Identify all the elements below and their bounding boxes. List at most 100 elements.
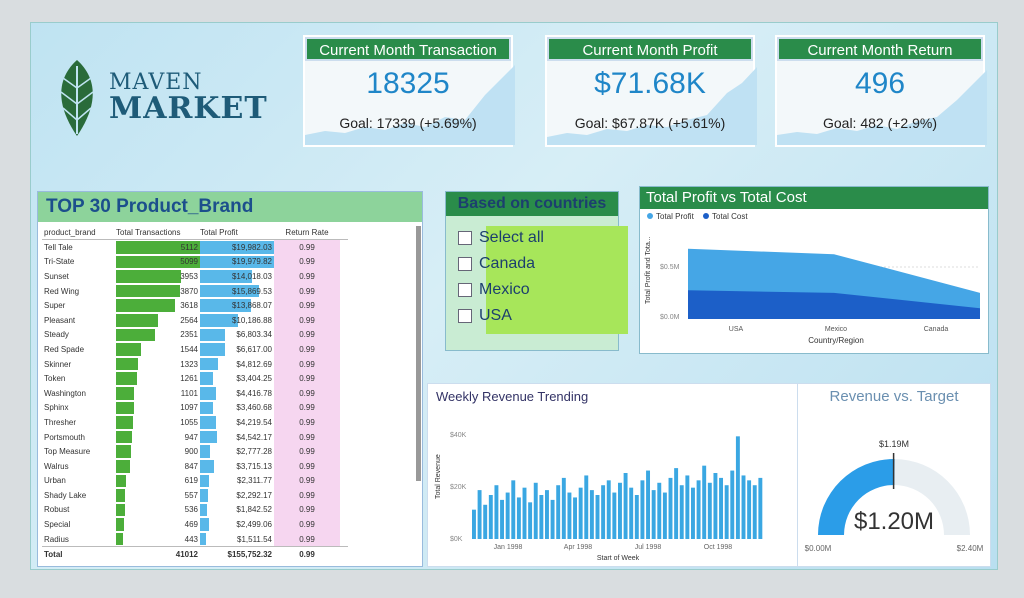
filter-option-mexico[interactable]: Mexico: [458, 278, 608, 302]
weekly-bar[interactable]: [674, 468, 679, 539]
column-header[interactable]: Return Rate: [274, 226, 340, 239]
weekly-bar[interactable]: [477, 490, 482, 539]
column-header[interactable]: product_brand: [42, 228, 116, 237]
weekly-bar[interactable]: [719, 477, 724, 539]
filter-option-canada[interactable]: Canada: [458, 252, 608, 276]
weekly-bar[interactable]: [623, 473, 628, 539]
weekly-bar[interactable]: [567, 492, 572, 539]
table-row[interactable]: Top Measure 900 $2,777.28 0.99: [42, 444, 348, 459]
top-brands-panel: TOP 30 Product_Brand product_brand Total…: [37, 191, 423, 567]
table-row[interactable]: Skinner 1323 $4,812.69 0.99: [42, 356, 348, 372]
weekly-bar[interactable]: [550, 499, 555, 539]
weekly-bar[interactable]: [539, 495, 544, 539]
weekly-bar[interactable]: [556, 485, 561, 539]
weekly-bar[interactable]: [601, 485, 606, 539]
weekly-bar[interactable]: [651, 490, 656, 539]
table-row[interactable]: Washington 1101 $4,416.78 0.99: [42, 385, 348, 401]
total-transactions: 41012: [175, 549, 198, 559]
table-row[interactable]: Special 469 $2,499.06 0.99: [42, 517, 348, 532]
table-row[interactable]: Thresher 1055 $4,219.54 0.99: [42, 415, 348, 430]
weekly-bar[interactable]: [573, 497, 578, 539]
weekly-bar[interactable]: [640, 480, 645, 539]
weekly-bar[interactable]: [752, 485, 757, 539]
weekly-bar[interactable]: [758, 477, 763, 539]
weekly-bar[interactable]: [516, 497, 521, 539]
checkbox[interactable]: [458, 283, 472, 297]
weekly-bar[interactable]: [634, 495, 639, 539]
weekly-bar[interactable]: [696, 480, 701, 539]
transactions-value: 1261: [180, 374, 198, 384]
revenue-gauge[interactable]: $1.19M $1.20M $0.00M $2.40M: [798, 405, 990, 561]
kpi-return-card[interactable]: Current Month Return 496 Goal: 482 (+2.9…: [775, 35, 987, 147]
table-row[interactable]: Radius 443 $1,511.54 0.99: [42, 531, 348, 547]
weekly-bar[interactable]: [488, 495, 493, 539]
weekly-bar[interactable]: [657, 482, 662, 539]
weekly-bar[interactable]: [595, 495, 600, 539]
weekly-bar[interactable]: [472, 509, 476, 539]
weekly-bar[interactable]: [584, 475, 589, 539]
weekly-bar[interactable]: [747, 480, 752, 539]
weekly-revenue-chart[interactable]: Total Revenue $40K $20K $0K Jan 1998 Apr…: [428, 409, 804, 565]
weekly-bar[interactable]: [578, 487, 583, 539]
weekly-bar[interactable]: [724, 485, 729, 539]
kpi-profit-card[interactable]: Current Month Profit $71.68K Goal: $67.8…: [545, 35, 757, 147]
table-row[interactable]: Tri-State 5099 $19,979.82 0.99: [42, 254, 348, 270]
table-row[interactable]: Sphinx 1097 $3,460.68 0.99: [42, 400, 348, 416]
weekly-bar[interactable]: [522, 487, 527, 539]
table-row[interactable]: Pleasant 2564 $10,186.88 0.99: [42, 312, 348, 328]
table-scrollbar[interactable]: [416, 226, 421, 481]
table-row[interactable]: Steady 2351 $6,803.34 0.99: [42, 327, 348, 343]
table-row[interactable]: Robust 536 $1,842.52 0.99: [42, 502, 348, 518]
kpi-goal: Goal: 17339 (+5.69%): [339, 115, 477, 131]
profit-value: $19,979.82: [231, 257, 272, 267]
table-row[interactable]: Sunset 3953 $14,018.03 0.99: [42, 269, 348, 284]
weekly-bar[interactable]: [528, 502, 533, 539]
column-header[interactable]: Total Profit: [200, 226, 274, 239]
weekly-bar[interactable]: [612, 492, 617, 539]
profit-cell: $3,404.25: [200, 371, 274, 386]
table-row[interactable]: Walrus 847 $3,715.13 0.99: [42, 458, 348, 474]
weekly-bar[interactable]: [741, 475, 746, 539]
weekly-bar[interactable]: [713, 473, 718, 539]
table-row[interactable]: Urban 619 $2,311.77 0.99: [42, 473, 348, 489]
table-row[interactable]: Red Wing 3870 $15,869.53 0.99: [42, 283, 348, 299]
table-row[interactable]: Super 3618 $13,868.07 0.99: [42, 298, 348, 313]
weekly-bar[interactable]: [685, 475, 690, 539]
weekly-bar[interactable]: [707, 482, 712, 539]
weekly-bar[interactable]: [691, 487, 695, 539]
weekly-bar[interactable]: [483, 504, 488, 539]
weekly-bar[interactable]: [545, 490, 549, 539]
checkbox[interactable]: [458, 231, 472, 245]
kpi-transaction-card[interactable]: Current Month Transaction 18325 Goal: 17…: [303, 35, 515, 147]
filter-option-select-all[interactable]: Select all: [458, 226, 608, 250]
checkbox[interactable]: [458, 309, 472, 323]
table-row[interactable]: Red Spade 1544 $6,617.00 0.99: [42, 342, 348, 357]
weekly-bar[interactable]: [561, 477, 566, 539]
weekly-bar[interactable]: [730, 470, 735, 539]
weekly-bar[interactable]: [702, 465, 707, 539]
weekly-bar[interactable]: [618, 482, 622, 539]
weekly-bar[interactable]: [662, 492, 667, 539]
weekly-bar[interactable]: [735, 436, 740, 539]
weekly-bar[interactable]: [500, 499, 505, 539]
ytick: $0.0M: [660, 314, 680, 321]
table-row[interactable]: Shady Lake 557 $2,292.17 0.99: [42, 488, 348, 503]
weekly-bar[interactable]: [606, 480, 611, 539]
weekly-bar[interactable]: [505, 492, 510, 539]
column-header[interactable]: Total Transactions: [116, 226, 200, 239]
table-row[interactable]: Portsmouth 947 $4,542.17 0.99: [42, 429, 348, 445]
weekly-bar[interactable]: [589, 490, 594, 539]
table-row[interactable]: Token 1261 $3,404.25 0.99: [42, 371, 348, 386]
filter-option-usa[interactable]: USA: [458, 304, 608, 328]
weekly-bar[interactable]: [629, 487, 634, 539]
weekly-bar[interactable]: [494, 485, 499, 539]
table-row[interactable]: Tell Tale 5112 $19,982.03 0.99: [42, 240, 348, 255]
checkbox[interactable]: [458, 257, 472, 271]
weekly-bar[interactable]: [511, 480, 516, 539]
weekly-bar[interactable]: [679, 485, 684, 539]
return-rate: 0.99: [274, 400, 340, 416]
profit-vs-cost-chart[interactable]: Total Profit Total Cost Total Profit and…: [640, 209, 988, 353]
weekly-bar[interactable]: [646, 470, 651, 539]
weekly-bar[interactable]: [668, 477, 673, 539]
weekly-bar[interactable]: [533, 482, 538, 539]
